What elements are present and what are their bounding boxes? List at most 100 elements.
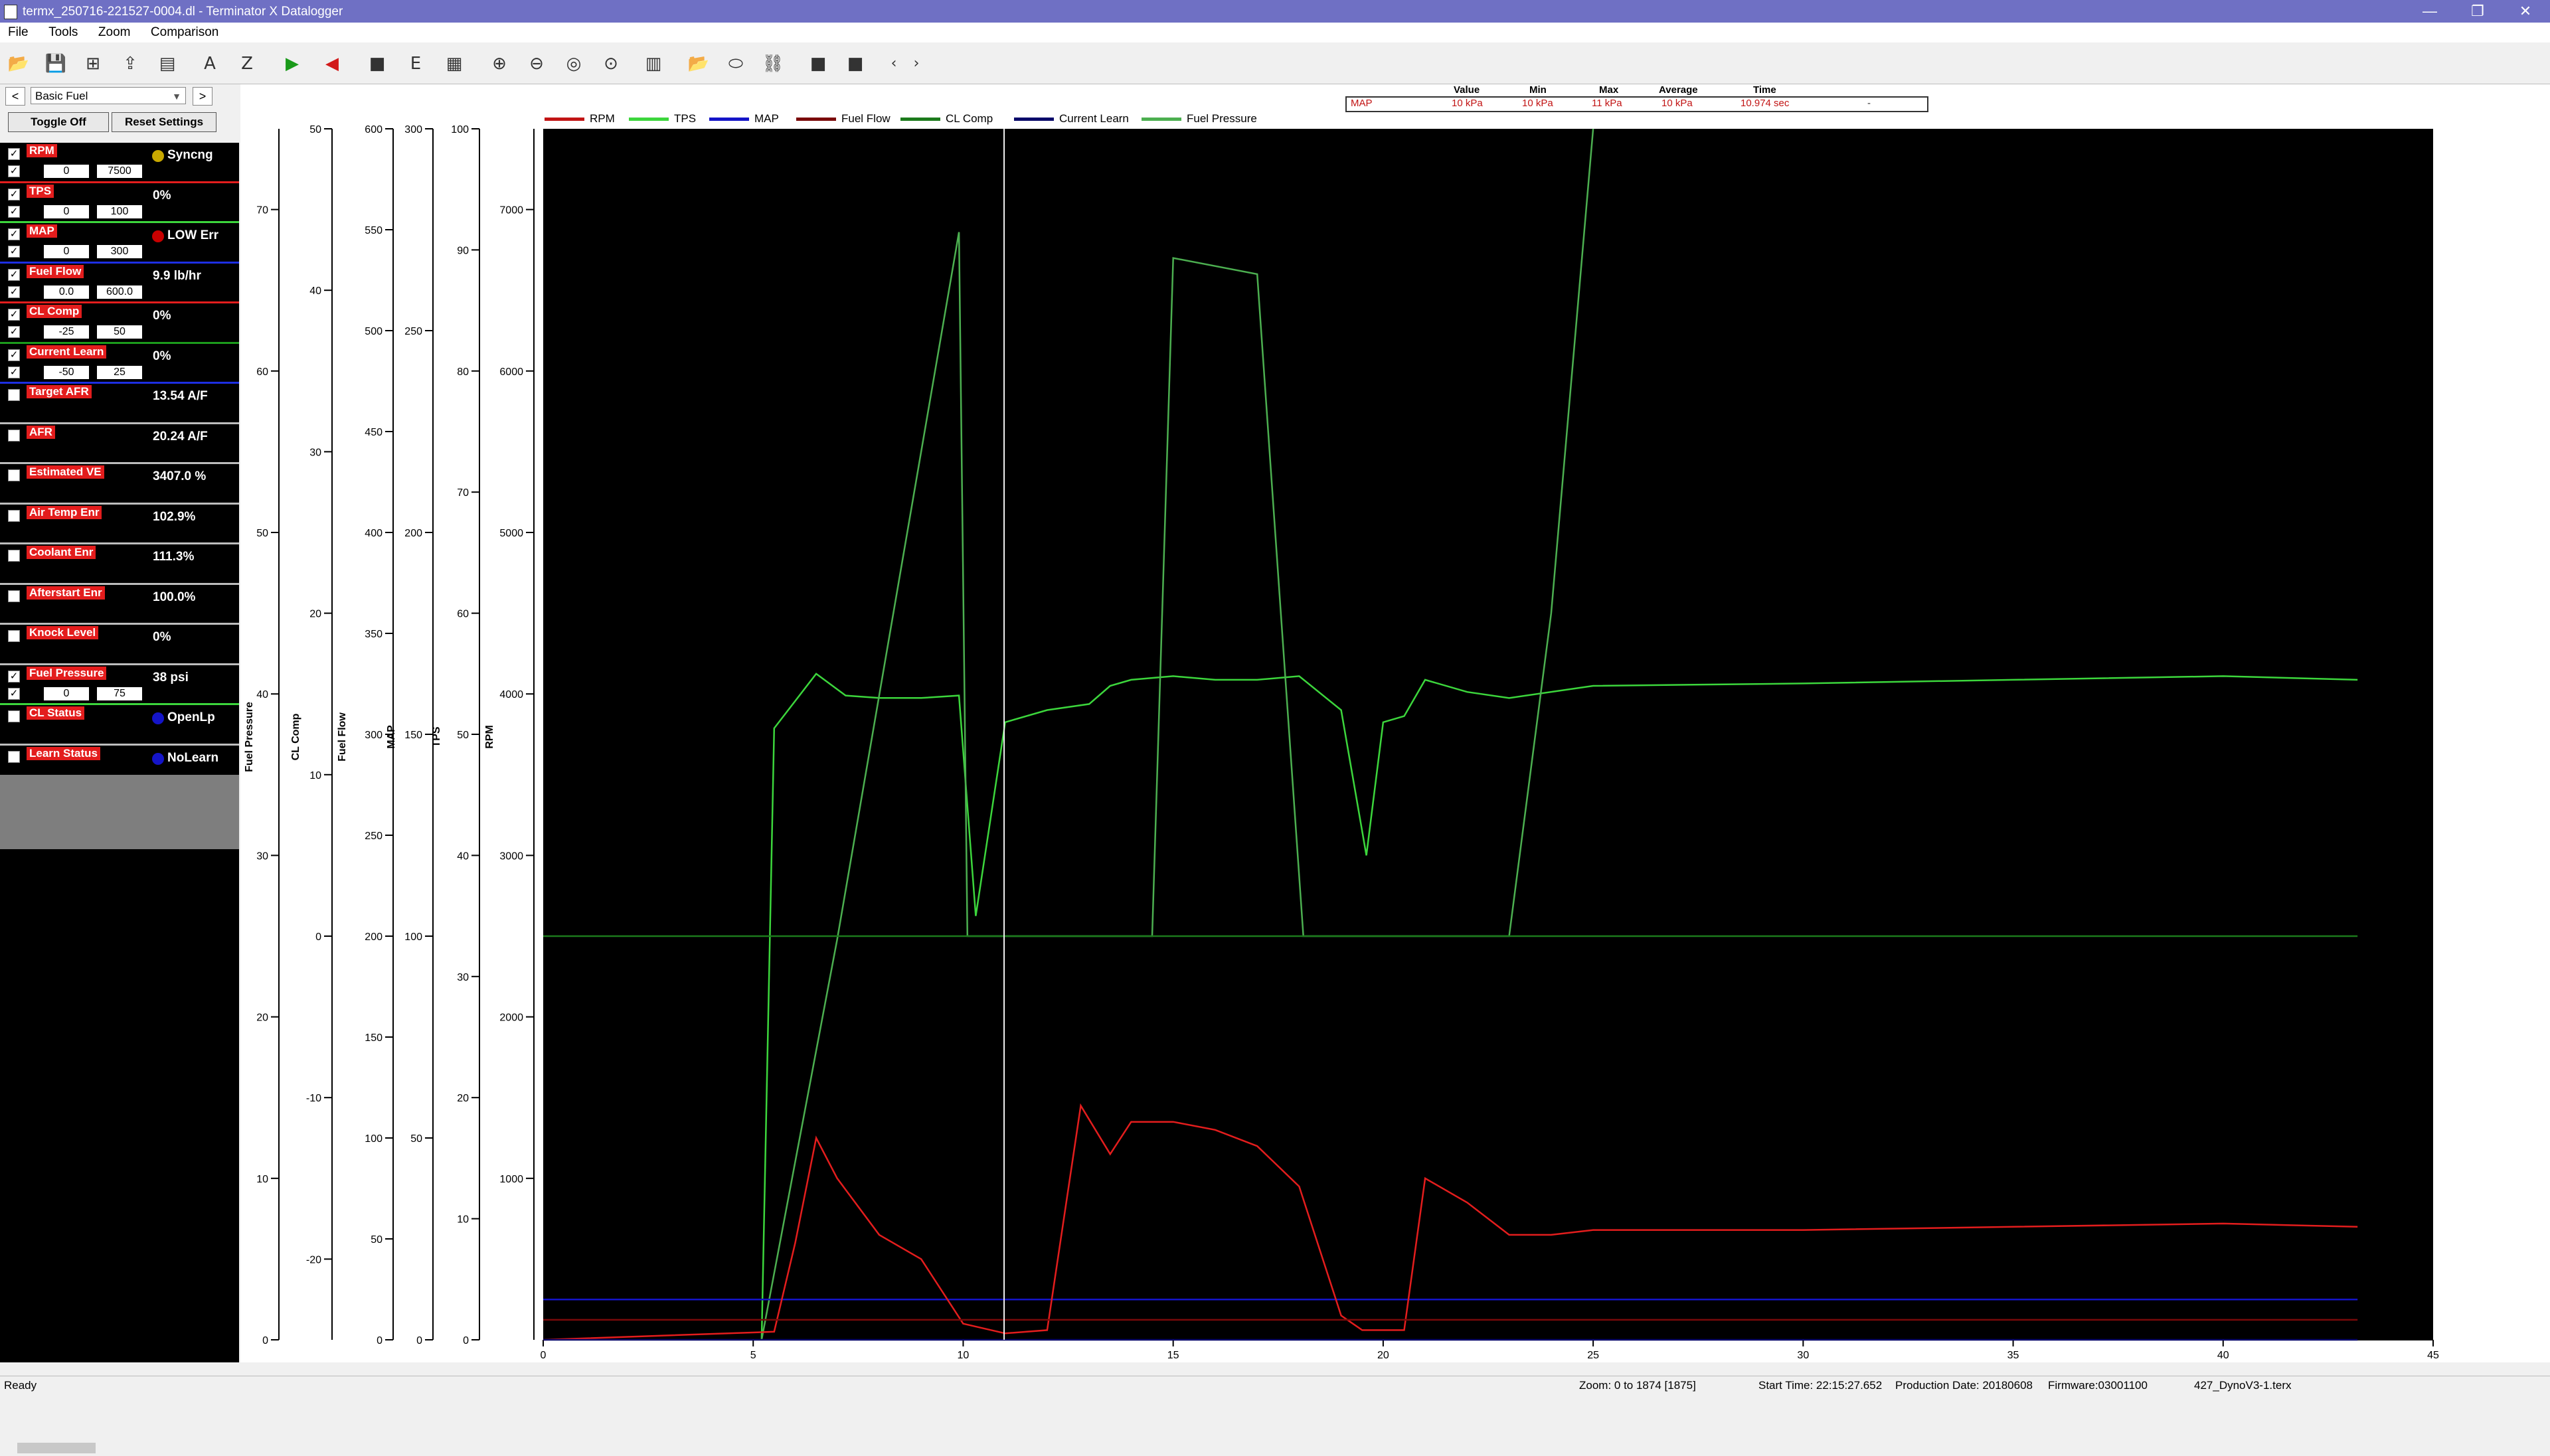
channel-row-tps[interactable]: ✓ TPS 0% ✓ 0 100 bbox=[0, 183, 239, 223]
channel-range-checkbox[interactable]: ✓ bbox=[8, 285, 20, 298]
events-button[interactable]: E bbox=[401, 49, 430, 78]
channel-enable-checkbox[interactable] bbox=[8, 750, 20, 763]
zoom-z-button[interactable]: Z bbox=[232, 49, 262, 78]
range-min-input[interactable]: 0 bbox=[44, 204, 89, 218]
channel-enable-checkbox[interactable]: ✓ bbox=[8, 309, 20, 321]
channel-name: RPM bbox=[27, 144, 57, 157]
back-icon: ◀ bbox=[325, 54, 339, 74]
range-min-input[interactable]: 0 bbox=[44, 165, 89, 178]
range-min-input[interactable]: 0 bbox=[44, 245, 89, 258]
channel-range-checkbox[interactable]: ✓ bbox=[8, 246, 20, 258]
panel-scrollbar[interactable] bbox=[0, 1440, 239, 1456]
range-min-input[interactable]: -25 bbox=[44, 325, 89, 339]
channel-name: Air Temp Enr bbox=[27, 505, 102, 519]
view-dropdown[interactable]: Basic Fuel ▼ bbox=[31, 87, 186, 104]
channel-enable-checkbox[interactable] bbox=[8, 389, 20, 401]
channel-enable-checkbox[interactable] bbox=[8, 550, 20, 562]
channel-enable-checkbox[interactable] bbox=[8, 509, 20, 522]
y-tick-label: -10 bbox=[306, 1093, 321, 1104]
channel-name: Afterstart Enr bbox=[27, 586, 105, 600]
close-button[interactable]: ✕ bbox=[2502, 0, 2549, 23]
save-button[interactable]: 💾 bbox=[41, 49, 70, 78]
zoom-fit-button[interactable]: ◎ bbox=[559, 49, 588, 78]
channel-enable-checkbox[interactable] bbox=[8, 469, 20, 481]
channel-enable-checkbox[interactable]: ✓ bbox=[8, 148, 20, 160]
menu-comparison[interactable]: Comparison bbox=[151, 25, 218, 40]
stop-button[interactable]: ■ bbox=[363, 49, 392, 78]
play-button[interactable]: ▶ bbox=[278, 49, 307, 78]
channel-enable-checkbox[interactable] bbox=[8, 590, 20, 602]
y-tick-label: 50 bbox=[410, 1133, 422, 1145]
notes-button[interactable]: ▤ bbox=[153, 49, 182, 78]
channel-row-map[interactable]: ✓ MAP LOW Err ✓ 0 300 bbox=[0, 223, 239, 264]
export-button[interactable]: ⇪ bbox=[116, 49, 145, 78]
channel-enable-checkbox[interactable]: ✓ bbox=[8, 349, 20, 361]
channel-range-checkbox[interactable]: ✓ bbox=[8, 687, 20, 700]
menu-tools[interactable]: Tools bbox=[48, 25, 78, 40]
square-button[interactable]: ■ bbox=[804, 49, 833, 78]
channel-row-current-learn[interactable]: ✓ Current Learn 0% ✓ -50 25 bbox=[0, 343, 239, 384]
zoom-reset-button[interactable]: ⊙ bbox=[596, 49, 626, 78]
channel-range-checkbox[interactable]: ✓ bbox=[8, 326, 20, 338]
channel-row-afr[interactable]: AFR 20.24 A/F bbox=[0, 424, 239, 464]
menu-file[interactable]: File bbox=[8, 25, 29, 40]
channel-row-fuel-pressure[interactable]: ✓ Fuel Pressure 38 psi ✓ 0 75 bbox=[0, 665, 239, 705]
range-max-input[interactable]: 600.0 bbox=[97, 285, 142, 299]
channel-enable-checkbox[interactable]: ✓ bbox=[8, 188, 20, 201]
reset-settings-button[interactable]: Reset Settings bbox=[112, 112, 216, 132]
square2-button[interactable]: ■ bbox=[841, 49, 870, 78]
channel-enable-checkbox[interactable] bbox=[8, 710, 20, 722]
range-max-input[interactable]: 300 bbox=[97, 245, 142, 258]
range-max-input[interactable]: 50 bbox=[97, 325, 142, 339]
range-max-input[interactable]: 100 bbox=[97, 204, 142, 218]
menu-zoom[interactable]: Zoom bbox=[98, 25, 131, 40]
channel-range-checkbox[interactable]: ✓ bbox=[8, 165, 20, 177]
range-min-input[interactable]: -50 bbox=[44, 365, 89, 379]
open-button[interactable]: 📂 bbox=[4, 49, 33, 78]
channel-enable-checkbox[interactable]: ✓ bbox=[8, 268, 20, 281]
channel-range-checkbox[interactable]: ✓ bbox=[8, 366, 20, 378]
minimize-button[interactable]: — bbox=[2407, 0, 2453, 23]
back-button[interactable]: ◀ bbox=[317, 49, 347, 78]
prev-view-button[interactable]: < bbox=[5, 87, 25, 106]
channel-row-afterstart-enr[interactable]: Afterstart Enr 100.0% bbox=[0, 584, 239, 625]
y-tick-label: 200 bbox=[404, 528, 422, 539]
datalog-chart[interactable]: 010203040506070Fuel Pressure-20-10010203… bbox=[240, 84, 2550, 1362]
zoom-a-button[interactable]: A bbox=[195, 49, 224, 78]
channel-enable-checkbox[interactable] bbox=[8, 630, 20, 642]
channel-value: 0% bbox=[153, 630, 171, 644]
zoom-in-button[interactable]: ⊕ bbox=[485, 49, 514, 78]
range-min-input[interactable]: 0.0 bbox=[44, 285, 89, 299]
scroll-right-button[interactable]: › bbox=[902, 49, 931, 78]
zoom-out-button[interactable]: ⊖ bbox=[522, 49, 551, 78]
channel-row-knock-level[interactable]: Knock Level 0% bbox=[0, 625, 239, 665]
channel-row-cl-status[interactable]: CL Status OpenLp bbox=[0, 705, 239, 746]
range-max-input[interactable]: 75 bbox=[97, 687, 142, 700]
grid-button[interactable]: ▦ bbox=[440, 49, 469, 78]
range-max-input[interactable]: 25 bbox=[97, 365, 142, 379]
channel-row-estimated-ve[interactable]: Estimated VE 3407.0 % bbox=[0, 464, 239, 505]
scrollbar-thumb[interactable] bbox=[17, 1443, 96, 1453]
y-tick-label: 20 bbox=[256, 1012, 268, 1024]
channel-row-air-temp-enr[interactable]: Air Temp Enr 102.9% bbox=[0, 504, 239, 544]
y-tick-label: 0 bbox=[262, 1335, 268, 1346]
channel-enable-checkbox[interactable]: ✓ bbox=[8, 228, 20, 240]
channel-row-coolant-enr[interactable]: Coolant Enr 111.3% bbox=[0, 544, 239, 585]
tag-button[interactable]: ⬭ bbox=[721, 49, 750, 78]
toggle-off-button[interactable]: Toggle Off bbox=[8, 112, 109, 132]
channel-row-cl-comp[interactable]: ✓ CL Comp 0% ✓ -25 50 bbox=[0, 303, 239, 344]
channel-enable-checkbox[interactable] bbox=[8, 429, 20, 442]
range-min-input[interactable]: 0 bbox=[44, 687, 89, 700]
next-view-button[interactable]: > bbox=[193, 87, 212, 106]
channel-row-rpm[interactable]: ✓ RPM Syncng ✓ 0 7500 bbox=[0, 143, 239, 183]
maximize-button[interactable]: ❐ bbox=[2454, 0, 2501, 23]
link-button[interactable]: ⛓ bbox=[758, 49, 788, 78]
table-button[interactable]: ▥ bbox=[639, 49, 668, 78]
channel-row-target-afr[interactable]: Target AFR 13.54 A/F bbox=[0, 384, 239, 424]
channel-row-fuel-flow[interactable]: ✓ Fuel Flow 9.9 lb/hr ✓ 0.0 600.0 bbox=[0, 263, 239, 303]
save-as-button[interactable]: ⊞ bbox=[78, 49, 108, 78]
range-max-input[interactable]: 7500 bbox=[97, 165, 142, 178]
channel-enable-checkbox[interactable]: ✓ bbox=[8, 670, 20, 683]
channel-range-checkbox[interactable]: ✓ bbox=[8, 205, 20, 218]
folder-open-button[interactable]: 📂 bbox=[684, 49, 713, 78]
